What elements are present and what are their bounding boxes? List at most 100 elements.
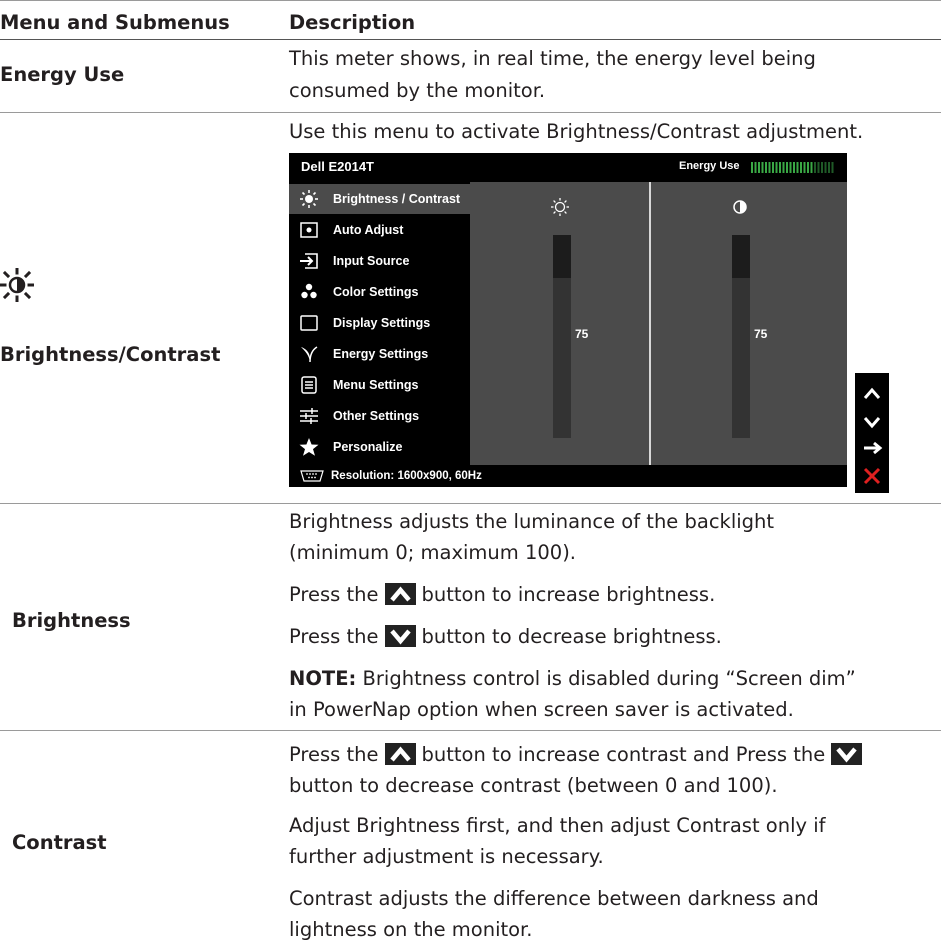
contrast-line-1: Press the button to increase contrast and…: [289, 740, 863, 769]
osd-screenshot: Dell E2014T Energy Use Brightness / Cont…: [289, 153, 847, 487]
contrast-mid-text: button to increase contrast and Press th…: [421, 743, 826, 766]
energy-meter-bar: [824, 162, 827, 173]
contrast-p2-1: Adjust Brightness first, and then adjust…: [289, 814, 826, 837]
note-text: Brightness control is disabled during “S…: [362, 667, 856, 690]
osd-menu-item: Personalize: [289, 432, 470, 462]
osd-menu-item: Input Source: [289, 246, 470, 276]
header-menu: Menu and Submenus: [0, 11, 230, 34]
brightness-note-1: NOTE: Brightness control is disabled dur…: [289, 664, 856, 693]
contrast-line-2: button to decrease contrast (between 0 a…: [289, 774, 778, 797]
energy-meter-bar: [803, 162, 806, 173]
contrast-p2-2: further adjustment is necessary.: [289, 845, 604, 868]
close-x-icon: [863, 467, 881, 485]
header-description: Description: [289, 11, 416, 34]
energy-meter-bar: [817, 162, 820, 173]
osd-menu-item: Auto Adjust: [289, 215, 470, 245]
energy-meter-bar: [775, 162, 778, 173]
energy-meter-bar: [800, 162, 802, 173]
energy-meter-bar: [796, 162, 799, 173]
sun-icon: [300, 190, 318, 208]
osd-brightness-icon: [551, 198, 569, 216]
energy-meter-bar: [786, 162, 788, 173]
osd-menu-item: Energy Settings: [289, 339, 470, 369]
contrast-value: 75: [754, 327, 768, 341]
osd-menu-item-label: Display Settings: [333, 316, 431, 330]
down-button-icon: [831, 743, 863, 765]
up-arrow-icon: [863, 387, 881, 399]
row-label-brightness: Brightness: [12, 609, 131, 632]
contrast-slider: [732, 235, 750, 438]
brightness-note-2: in PowerNap option when screen saver is …: [289, 698, 794, 721]
sliders-icon: [300, 408, 318, 424]
osd-nav-buttons: [855, 373, 889, 493]
right-arrow-icon: [864, 441, 883, 455]
energy-meter-bar: [789, 162, 792, 173]
down-button-icon: [384, 625, 416, 647]
osd-menu-item: Menu Settings: [289, 370, 470, 400]
osd-menu-item-label: Personalize: [333, 440, 403, 454]
sun-icon: [0, 268, 34, 302]
auto-adjust-icon: [300, 222, 318, 238]
energy-meter-bar: [831, 162, 834, 173]
osd-menu-item-label: Auto Adjust: [333, 223, 404, 237]
decrease-text: button to decrease brightness.: [421, 625, 722, 648]
increase-text: button to increase brightness.: [421, 583, 716, 606]
osd-header: Dell E2014T Energy Use: [289, 153, 847, 182]
osd-footer: Resolution: 1600x900, 60Hz: [289, 465, 847, 487]
press-text: Press the: [289, 743, 379, 766]
vga-connector-icon: [300, 470, 324, 482]
energy-meter-bar: [810, 162, 813, 173]
brightness-up-line: Press the button to increase brightness.: [289, 580, 715, 609]
note-label: NOTE:: [289, 667, 357, 690]
row-rule: [0, 503, 941, 504]
row-rule: [0, 730, 941, 731]
osd-menu-item-label: Brightness / Contrast: [333, 192, 461, 206]
osd-menu-item: Other Settings: [289, 401, 470, 431]
energy-meter-bar: [768, 162, 771, 173]
brightness-desc-2: (minimum 0; maximum 100).: [289, 541, 576, 564]
osd-menu-item-label: Menu Settings: [333, 378, 419, 392]
energy-meter-bar: [772, 162, 774, 173]
osd-model: Dell E2014T: [301, 159, 374, 174]
energy-meter-bar: [828, 162, 830, 173]
row-rule: [0, 112, 941, 113]
energy-meter-bar: [751, 162, 753, 173]
contrast-p3-2: lightness on the monitor.: [289, 918, 533, 941]
menu-list-icon: [301, 376, 317, 394]
energy-meter-bar: [807, 162, 809, 173]
brightness-value: 75: [575, 327, 589, 341]
energy-meter-bar: [754, 162, 757, 173]
display-rect-icon: [300, 315, 318, 331]
energy-meter: [751, 162, 834, 173]
energy-meter-bar: [765, 162, 767, 173]
top-rule: [0, 0, 941, 1]
energy-meter-bar: [814, 162, 816, 173]
row-label-energy-use: Energy Use: [0, 63, 125, 86]
osd-menu-item-label: Other Settings: [333, 409, 420, 423]
brightness-slider-headroom: [553, 235, 571, 278]
osd-divider: [649, 182, 651, 465]
brightness-desc-1: Brightness adjusts the luminance of the …: [289, 510, 775, 533]
osd-contrast-icon: [733, 200, 747, 214]
energy-use-desc-2: consumed by the monitor.: [289, 79, 546, 102]
brightness-contrast-desc: Use this menu to activate Brightness/Con…: [289, 120, 864, 143]
press-text: Press the: [289, 625, 379, 648]
osd-menu: Brightness / Contrast Auto Adjust Input So…: [289, 182, 470, 465]
osd-menu-item: Display Settings: [289, 308, 470, 338]
energy-meter-bar: [821, 162, 823, 173]
energy-use-desc-1: This meter shows, in real time, the ener…: [289, 47, 816, 70]
osd-menu-item-label: Color Settings: [333, 285, 419, 299]
osd-menu-item: Color Settings: [289, 277, 470, 307]
contrast-p3-1: Contrast adjusts the difference between …: [289, 887, 819, 910]
contrast-slider-headroom: [732, 235, 750, 278]
resolution-text: Resolution: 1600x900, 60Hz: [331, 470, 482, 482]
press-text: Press the: [289, 583, 379, 606]
leaf-icon: [301, 346, 318, 363]
energy-meter-bar: [782, 162, 785, 173]
header-rule: [0, 39, 941, 40]
osd-menu-item-label: Energy Settings: [333, 347, 429, 361]
energy-meter-bar: [779, 162, 781, 173]
energy-meter-bar: [793, 162, 795, 173]
energy-meter-bar: [758, 162, 760, 173]
row-label-brightness-contrast: Brightness/Contrast: [0, 343, 221, 366]
